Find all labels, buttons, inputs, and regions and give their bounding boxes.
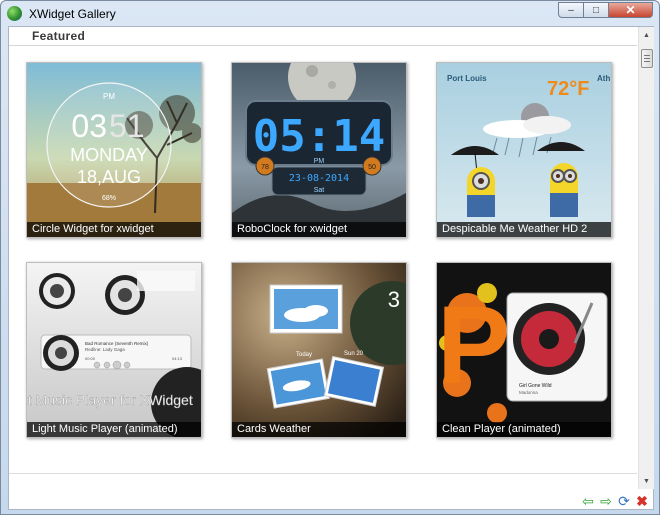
window-controls: – □ ✕ [558,2,653,19]
xwidget-app-icon [7,6,22,21]
card-caption: Light Music Player (animated) [27,422,201,437]
section-title: Featured [32,29,86,43]
circle-hour: 03 [71,108,107,144]
roboclock-thumbnail: 05:14 PM 23-08-2014 Sat 78 50 [232,63,406,237]
circle-minute: 51 [109,108,145,144]
music-title-text: Light Music Player for XWidget [27,392,193,408]
widget-card-despicable-weather[interactable]: Port Louis 72°F Ath Despicable Me Weathe… [436,62,612,238]
widget-card-circle[interactable]: PM 03 51 MONDAY 18,AUG 68% Circle Widget… [26,62,202,238]
maximize-button[interactable]: □ [584,2,609,18]
card-caption: RoboClock for xwidget [232,222,406,237]
cards-weather-big-number: 3 [388,287,400,312]
widget-card-light-music-player[interactable]: Bad Romance (Seventh Remix) Redline: Lad… [26,262,202,438]
footer-divider [9,473,637,474]
clean-player-letter: P [437,284,510,407]
bottom-toolbar: ⇦ ⇨ ⟳ ✖ [581,494,649,508]
close-x-icon[interactable]: ✖ [635,494,649,508]
clean-player-thumbnail: P Girl Gone Wild Madonna [437,263,611,437]
weather-city: Port Louis [447,74,487,83]
scrollbar-thumb[interactable] [641,49,653,68]
circle-percent: 68% [102,195,116,202]
back-arrow-icon[interactable]: ⇦ [581,494,595,508]
clean-player-artist: Madonna [519,390,538,395]
widget-card-cards-weather[interactable]: 3 Today Sun 20 Cards Weather [231,262,407,438]
music-track1: Bad Romance (Seventh Remix) [85,341,149,346]
despicable-weather-thumbnail: Port Louis 72°F Ath [437,63,611,237]
close-button[interactable]: ✕ [609,2,653,18]
scroll-up-arrow-icon[interactable]: ▲ [639,27,654,43]
light-music-player-thumbnail: Bad Romance (Seventh Remix) Redline: Lad… [27,263,201,437]
card-caption: Clean Player (animated) [437,422,611,437]
minimize-button[interactable]: – [558,2,584,18]
clean-player-song: Girl Gone Wild [519,383,552,389]
roboclock-date: 23-08-2014 [289,173,349,184]
cards-weather-day2: Sun 20 [344,351,364,357]
scroll-down-arrow-icon[interactable]: ▼ [639,473,654,489]
roboclock-right-badge: 50 [368,164,376,171]
section-divider [9,45,637,46]
weather-city2: Ath [597,74,610,83]
widget-card-roboclock[interactable]: 05:14 PM 23-08-2014 Sat 78 50 RoboClock … [231,62,407,238]
roboclock-left-badge: 78 [261,164,269,171]
circle-widget-thumbnail: PM 03 51 MONDAY 18,AUG 68% [27,63,201,237]
forward-arrow-icon[interactable]: ⇨ [599,494,613,508]
circle-ampm: PM [103,92,115,101]
circle-date: 18,AUG [77,167,141,187]
window-title: XWidget Gallery [29,7,116,21]
card-caption: Despicable Me Weather HD 2 [437,222,611,237]
card-caption: Circle Widget for xwidget [27,222,201,237]
title-bar[interactable]: XWidget Gallery – □ ✕ [1,1,659,26]
music-time2: 04:13 [172,356,183,361]
weather-temp: 72°F [547,78,589,100]
vertical-scrollbar[interactable]: ▲ ▼ [638,27,654,489]
music-track2: Redline: Lady Gaga [85,347,125,352]
grip-line [644,58,650,59]
roboclock-ampm: PM [314,158,325,165]
cards-weather-thumbnail: 3 Today Sun 20 [232,263,406,437]
music-time1: 00:00 [85,356,96,361]
roboclock-weekday: Sat [314,187,325,194]
card-caption: Cards Weather [232,422,406,437]
grip-line [644,55,650,56]
cards-weather-today: Today [296,352,312,358]
circle-weekday: MONDAY [70,145,148,165]
roboclock-time: 05:14 [253,111,385,162]
refresh-icon[interactable]: ⟳ [617,494,631,508]
app-window: XWidget Gallery – □ ✕ Featured PM 03 51 … [0,0,660,515]
gallery-panel: Featured PM 03 51 MONDAY 18,AUG 68% Circ… [8,26,654,510]
grip-line [644,61,650,62]
widget-card-clean-player[interactable]: P Girl Gone Wild Madonna Clean Player (a… [436,262,612,438]
